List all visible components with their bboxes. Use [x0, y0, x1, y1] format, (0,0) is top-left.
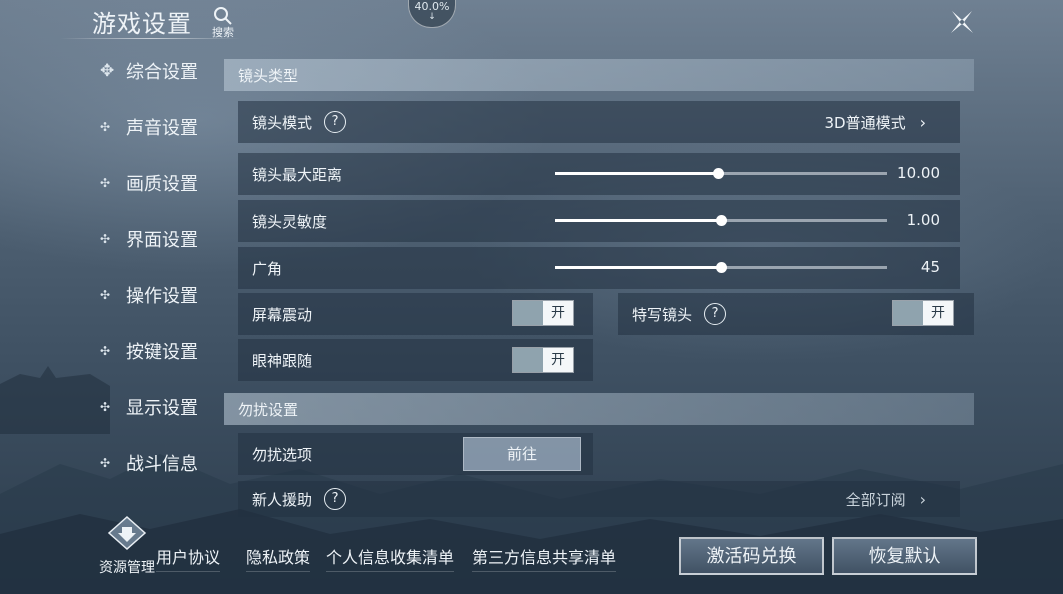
- camera-slider-label: 镜头最大距离: [252, 165, 343, 184]
- nav-item-6[interactable]: ✣ 显示设置: [100, 392, 230, 422]
- third-party-sharing-link[interactable]: 第三方信息共享清单: [472, 544, 617, 572]
- closeup-camera-label: 特写镜头: [632, 305, 693, 324]
- nav-item-label: 画质设置: [126, 174, 198, 195]
- section-header-dnd: 勿扰设置: [224, 393, 974, 425]
- slider-handle[interactable]: [716, 215, 727, 226]
- camera-slider-value: 10.00: [897, 164, 940, 182]
- nav-marker-icon: ✣: [100, 456, 111, 470]
- dnd-options-label: 勿扰选项: [252, 445, 313, 464]
- toggle-state-text: 开: [543, 301, 573, 325]
- camera-slider-track[interactable]: [555, 262, 887, 273]
- slider-handle[interactable]: [716, 262, 727, 273]
- nav-item-label: 声音设置: [126, 118, 198, 139]
- camera-mode-value: 3D普通模式: [824, 113, 906, 132]
- resource-manager-label: 资源管理: [99, 560, 155, 576]
- newbie-help-label: 新人援助: [252, 490, 313, 509]
- nav-marker-icon: ✥: [100, 61, 115, 81]
- search-icon: [214, 7, 232, 25]
- personal-info-list-link[interactable]: 个人信息收集清单: [326, 544, 455, 572]
- search-button[interactable]: 搜索: [208, 6, 238, 40]
- nav-item-label: 按键设置: [126, 342, 198, 363]
- section-header-camera: 镜头类型: [224, 59, 974, 91]
- slider-handle[interactable]: [712, 168, 724, 179]
- toggle-state-text: 开: [543, 348, 573, 372]
- camera-slider-label: 广角: [252, 259, 283, 278]
- privacy-policy-link[interactable]: 隐私政策: [246, 544, 311, 572]
- gaze-follow-toggle[interactable]: 开: [512, 347, 574, 373]
- download-icon: ↓: [428, 12, 436, 22]
- download-progress-badge[interactable]: 40.0% ↓: [408, 0, 456, 28]
- chevron-right-icon: ›: [919, 489, 926, 509]
- page-title: 游戏设置: [92, 10, 192, 38]
- nav-item-1[interactable]: ✣ 声音设置: [100, 112, 230, 142]
- camera-mode-label: 镜头模式: [252, 113, 313, 132]
- nav-item-label: 操作设置: [126, 286, 198, 307]
- camera-mode-help-icon[interactable]: ?: [324, 111, 347, 133]
- toggle-track: [513, 301, 543, 325]
- camera-slider-value: 1.00: [906, 211, 940, 229]
- nav-item-5[interactable]: ✣ 按键设置: [100, 336, 230, 366]
- nav-marker-icon: ✣: [100, 176, 111, 190]
- closeup-camera-toggle[interactable]: 开: [892, 300, 954, 326]
- slider-fill: [555, 266, 721, 269]
- reset-defaults-button[interactable]: 恢复默认: [832, 537, 977, 575]
- nav-item-label: 显示设置: [126, 398, 198, 419]
- camera-slider-track[interactable]: [555, 168, 887, 179]
- camera-slider-label: 镜头灵敏度: [252, 212, 328, 231]
- slider-fill: [555, 219, 721, 222]
- newbie-help-icon[interactable]: ?: [324, 488, 347, 510]
- resource-manager-icon: [107, 515, 147, 551]
- toggle-track: [513, 348, 543, 372]
- dnd-goto-button[interactable]: 前往: [463, 437, 581, 471]
- newbie-subscription-selector[interactable]: 全部订阅 ›: [846, 489, 926, 510]
- toggle-state-text: 开: [923, 301, 953, 325]
- nav-item-label: 战斗信息: [126, 454, 198, 475]
- nav-item-4[interactable]: ✣ 操作设置: [100, 280, 230, 310]
- nav-item-0[interactable]: ✥ 综合设置: [100, 56, 230, 86]
- camera-slider-value: 45: [920, 258, 940, 276]
- closeup-help-icon[interactable]: ?: [704, 303, 727, 325]
- nav-marker-icon: ✣: [100, 288, 111, 302]
- resource-manager-button[interactable]: 资源管理: [92, 515, 162, 577]
- camera-mode-selector[interactable]: 3D普通模式 ›: [824, 112, 926, 133]
- user-agreement-link[interactable]: 用户协议: [156, 544, 221, 572]
- redeem-code-button[interactable]: 激活码兑换: [679, 537, 824, 575]
- nav-marker-icon: ✣: [100, 400, 111, 414]
- search-label: 搜索: [212, 26, 234, 39]
- nav-item-label: 界面设置: [126, 230, 198, 251]
- nav-item-7[interactable]: ✣ 战斗信息: [100, 448, 230, 478]
- nav-item-label: 综合设置: [126, 62, 198, 83]
- gaze-follow-label: 眼神跟随: [252, 351, 313, 370]
- screen-shake-label: 屏幕震动: [252, 305, 313, 324]
- nav-marker-icon: ✣: [100, 232, 111, 246]
- screen-shake-toggle[interactable]: 开: [512, 300, 574, 326]
- toggle-track: [893, 301, 923, 325]
- close-icon[interactable]: [948, 8, 976, 36]
- camera-mode-row[interactable]: 镜头模式 ? 3D普通模式 ›: [238, 101, 960, 143]
- slider-fill: [555, 172, 718, 175]
- chevron-right-icon: ›: [919, 112, 926, 132]
- newbie-subscription-value: 全部订阅: [845, 490, 906, 509]
- nav-item-3[interactable]: ✣ 界面设置: [100, 224, 230, 254]
- nav-marker-icon: ✣: [100, 344, 111, 358]
- nav-marker-icon: ✣: [100, 120, 111, 134]
- camera-slider-track[interactable]: [555, 215, 887, 226]
- nav-item-2[interactable]: ✣ 画质设置: [100, 168, 230, 198]
- newbie-help-row[interactable]: 新人援助 ? 全部订阅 ›: [238, 481, 960, 517]
